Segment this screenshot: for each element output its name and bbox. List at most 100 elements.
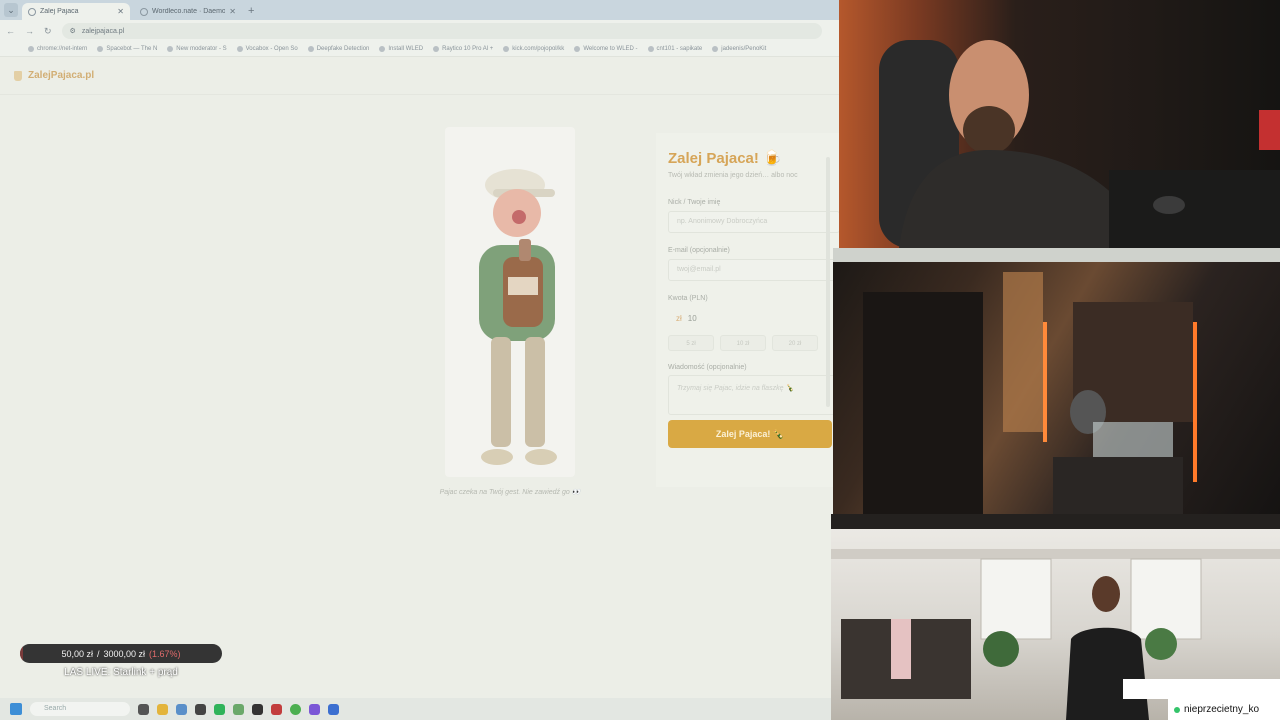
- reload-icon[interactable]: ↻: [44, 26, 52, 37]
- new-tab-button[interactable]: +: [248, 5, 254, 17]
- bookmark-item[interactable]: Welcome to WLED -: [574, 46, 638, 52]
- amount-field[interactable]: zł 10: [668, 307, 840, 329]
- globe-icon: [28, 7, 36, 16]
- bookmark-item[interactable]: Deepfake Detection: [307, 46, 369, 52]
- bookmark-icon: [97, 46, 104, 52]
- url-input[interactable]: ⚙ zalejpajaca.pl: [61, 23, 822, 39]
- taskbar: Search: [0, 698, 832, 720]
- settings-icon[interactable]: [176, 703, 187, 715]
- goal-progress-fill: [20, 644, 24, 663]
- discord-icon[interactable]: [309, 703, 320, 715]
- web-page: ZalejPajaca.pl Pajac czeka na Twój gest.…: [0, 57, 840, 698]
- tab-label: Zalej Pajaca: [40, 8, 79, 15]
- taskbar-search-input[interactable]: Search: [30, 702, 130, 716]
- folder-icon[interactable]: [157, 703, 168, 715]
- webcam-face: [839, 0, 1280, 248]
- bookmark-item[interactable]: New moderator - S: [167, 46, 227, 52]
- goal-target: 3000,00 zł: [103, 648, 146, 659]
- app-icon[interactable]: [271, 703, 282, 715]
- github-icon: [140, 7, 148, 16]
- tab-wordleco[interactable]: Wordleco.nate · Daemon Penc ✕: [134, 3, 242, 20]
- bookmark-icon: [712, 46, 719, 52]
- email-field[interactable]: twoj@email.pl: [668, 259, 840, 281]
- clown-figure-illustration: [479, 169, 557, 465]
- stream-layout: ⌄ Zalej Pajaca ✕ Wordleco.nate · Daemon …: [0, 0, 1280, 720]
- bookmark-item[interactable]: chrome://net-intern: [28, 46, 87, 52]
- bookmark-item[interactable]: kick.com/pojopol/kk: [503, 46, 564, 52]
- donation-form: Zalej Pajaca! 🍺 Twój wkład zmienia jego …: [656, 133, 840, 487]
- divider: [833, 248, 1280, 262]
- url-text: zalejpajaca.pl: [81, 27, 125, 35]
- bookmark-icon: [236, 46, 243, 52]
- figure-caption: Pajac czeka na Twój gest. Nie zawiedź go…: [439, 489, 581, 496]
- email-label: E-mail (opcjonalnie): [668, 247, 730, 254]
- form-title: Zalej Pajaca! 🍺: [668, 150, 782, 167]
- message-field[interactable]: Trzymaj się Pajac, idzie na flaszkę 🍾: [668, 375, 840, 415]
- scrollbar[interactable]: [826, 157, 830, 407]
- bookmark-icon: [433, 46, 440, 52]
- browser-window: ⌄ Zalej Pajaca ✕ Wordleco.nate · Daemon …: [0, 0, 840, 698]
- tab-bar: ⌄ Zalej Pajaca ✕ Wordleco.nate · Daemon …: [0, 0, 840, 20]
- site-logo[interactable]: ZalejPajaca.pl: [14, 70, 94, 81]
- goal-current: 50,00 zł: [61, 648, 93, 659]
- bookmark-icon: [167, 46, 174, 52]
- address-bar: ← → ↻ ⚙ zalejpajaca.pl: [0, 20, 840, 42]
- live-indicator-icon: [1174, 706, 1180, 713]
- donation-goal-bar: 50,00 zł / 3000,00 zł (1.67%): [20, 644, 222, 663]
- bookmarks-bar: chrome://net-intern Spacebot — The N New…: [0, 42, 840, 57]
- goal-percent: (1.67%): [149, 648, 181, 659]
- submit-button[interactable]: Zalej Pajaca! 🍾: [668, 420, 832, 448]
- preset-5-button[interactable]: 5 zł: [668, 335, 714, 351]
- windows-start-icon[interactable]: [10, 703, 22, 715]
- obs-icon[interactable]: [252, 703, 263, 715]
- site-info-icon[interactable]: ⚙: [70, 27, 76, 35]
- clown-figure-image: [445, 127, 575, 477]
- app-icon[interactable]: [233, 703, 244, 715]
- vscode-icon[interactable]: [328, 703, 339, 715]
- site-header: ZalejPajaca.pl: [0, 57, 840, 95]
- currency-symbol: zł: [676, 313, 682, 323]
- amount-label: Kwota (PLN): [668, 295, 708, 302]
- close-icon[interactable]: ✕: [229, 7, 236, 16]
- bookmark-icon: [503, 46, 510, 52]
- live-title: LAS LIVE: Starlink + prąd: [64, 667, 178, 678]
- tab-label: Wordleco.nate · Daemon Penc: [152, 8, 226, 15]
- preset-20-button[interactable]: 20 zł: [772, 335, 818, 351]
- back-icon[interactable]: ←: [6, 26, 15, 36]
- nick-field[interactable]: np. Anonimowy Dobroczyńca: [668, 211, 840, 233]
- bookmark-item[interactable]: Vocabox - Open So: [236, 46, 298, 52]
- divider: [831, 514, 1280, 529]
- bookmark-icon: [307, 46, 314, 52]
- bookmark-icon: [379, 46, 386, 52]
- spotify-icon[interactable]: [214, 703, 225, 715]
- tab-search-icon[interactable]: ⌄: [4, 3, 18, 17]
- overlay-panel: [1123, 679, 1280, 699]
- beer-icon: [14, 70, 22, 81]
- bookmark-item[interactable]: Raytico 10 Pro Al +: [433, 46, 493, 52]
- preset-10-button[interactable]: 10 zł: [720, 335, 766, 351]
- webcam-face-image: [879, 40, 1280, 248]
- streamer-name: nieprzecietny_ko: [1184, 704, 1260, 715]
- bookmark-icon: [647, 46, 654, 52]
- chrome-icon[interactable]: [290, 703, 301, 715]
- form-subtitle: Twój wkład zmienia jego dzień… albo noc: [668, 172, 798, 179]
- site-logo-text: ZalejPajaca.pl: [28, 70, 95, 81]
- bookmark-item[interactable]: jadeenis/PenoKit: [712, 46, 766, 52]
- streamer-name-tag: nieprzecietny_ko: [1168, 699, 1280, 720]
- bookmark-item[interactable]: Install WLED: [379, 46, 423, 52]
- bookmark-icon: [574, 46, 581, 52]
- webcam-room: [833, 262, 1280, 514]
- goal-separator: /: [96, 648, 100, 659]
- task-view-icon[interactable]: [138, 703, 149, 715]
- tab-zalej-pajaca[interactable]: Zalej Pajaca ✕: [22, 3, 130, 20]
- bookmark-icon: [28, 46, 34, 52]
- bookmark-item[interactable]: cnt101 - sapikate: [647, 46, 702, 52]
- webcam-room-image: [863, 272, 1197, 514]
- nick-label: Nick / Twoje imię: [668, 199, 721, 206]
- forward-icon[interactable]: →: [25, 26, 34, 36]
- terminal-icon[interactable]: [195, 703, 206, 715]
- message-label: Wiadomość (opcjonalnie): [668, 364, 747, 371]
- close-icon[interactable]: ✕: [117, 7, 124, 16]
- amount-value: 10: [687, 313, 697, 323]
- bookmark-item[interactable]: Spacebot — The N: [97, 46, 157, 52]
